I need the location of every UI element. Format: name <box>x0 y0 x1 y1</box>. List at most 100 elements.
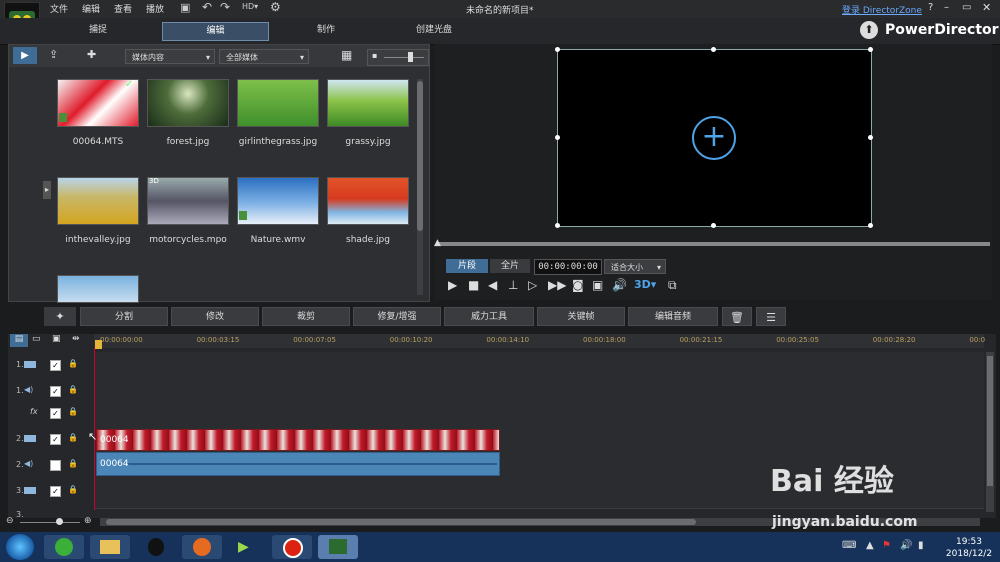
3d-mode-icon[interactable]: 3D▾ <box>634 278 656 291</box>
resize-handle[interactable] <box>868 47 873 52</box>
taskbar-app-powerdirector[interactable] <box>318 535 358 559</box>
lock-icon[interactable]: 🔒 <box>68 359 78 368</box>
lock-icon[interactable]: 🔒 <box>68 407 78 416</box>
fit-timeline-icon[interactable]: ⇹ <box>72 334 80 344</box>
menu-view[interactable]: 查看 <box>114 2 132 15</box>
modify-button[interactable]: 修改 <box>171 307 259 326</box>
maximize-button[interactable]: ▭ <box>962 2 971 13</box>
grid-view-icon[interactable]: ▦ <box>341 48 352 62</box>
redo-icon[interactable]: ↷ <box>220 0 230 14</box>
play-icon[interactable]: ▶ <box>448 278 457 292</box>
trim-button[interactable]: 裁剪 <box>262 307 350 326</box>
minimize-button[interactable]: – <box>944 2 949 13</box>
library-scrollbar[interactable] <box>417 79 423 295</box>
tab-capture[interactable]: 捕捉 <box>62 22 134 39</box>
audio-clip[interactable]: 00064 <box>96 452 500 476</box>
zoom-out-icon[interactable]: ⊖ <box>6 516 14 526</box>
resize-handle[interactable] <box>868 135 873 140</box>
timeline-view-icon[interactable]: ▤ <box>10 334 28 347</box>
directorzone-login-link[interactable]: 登录 DirectorZone <box>842 3 922 16</box>
playback-slider[interactable] <box>436 242 990 246</box>
taskbar-app-360[interactable] <box>44 535 84 559</box>
tray-clock[interactable]: 19:53 2018/12/2 <box>942 536 996 560</box>
resize-handle[interactable] <box>555 47 560 52</box>
undock-preview-icon[interactable]: ⧉ <box>668 278 677 293</box>
fast-forward-icon[interactable]: ▶▶ <box>548 278 566 292</box>
lock-icon[interactable]: 🔒 <box>68 385 78 394</box>
media-room-icon[interactable]: ▶ <box>13 47 37 64</box>
media-content-dropdown[interactable]: 媒体内容 ▾ <box>125 49 215 64</box>
tray-volume-icon[interactable]: 🔊 <box>900 540 912 551</box>
edit-audio-button[interactable]: 编辑音频 <box>628 307 718 326</box>
scroll-thumb[interactable] <box>106 519 696 525</box>
volume-icon[interactable]: 🔊 <box>612 278 627 292</box>
tray-expand-icon[interactable]: ▲ <box>866 540 874 551</box>
taskbar-app-explorer[interactable] <box>90 535 130 559</box>
taskbar-app-media[interactable]: ▶ <box>228 535 268 559</box>
track-manager-icon[interactable]: ▣ <box>52 334 61 344</box>
previous-frame-icon[interactable]: ◀ <box>488 278 497 292</box>
track-lane[interactable] <box>94 352 984 379</box>
power-tools-button[interactable]: 威力工具 <box>444 307 534 326</box>
preview-canvas[interactable]: + <box>557 49 872 227</box>
resize-handle[interactable] <box>555 223 560 228</box>
resize-handle[interactable] <box>711 47 716 52</box>
track-enable-checkbox[interactable]: ✓ <box>50 408 61 419</box>
delete-trash-icon[interactable]: 🗑 <box>722 307 752 326</box>
taskbar-app-qq[interactable] <box>136 535 176 559</box>
menu-play[interactable]: 播放 <box>146 2 164 15</box>
stop-icon[interactable]: ■ <box>468 278 479 292</box>
tray-network-icon[interactable]: ▮ <box>918 540 924 551</box>
plugin-puzzle-icon[interactable]: ✚ <box>87 48 96 61</box>
storyboard-view-icon[interactable]: ▭ <box>32 334 41 344</box>
snapshot-camera-icon[interactable]: ◙ <box>572 278 584 292</box>
resize-handle[interactable] <box>555 135 560 140</box>
magic-tools-icon[interactable]: ✦ <box>44 307 76 326</box>
scroll-thumb[interactable] <box>417 81 423 231</box>
media-filter-dropdown[interactable]: 全部媒体 ▾ <box>219 49 309 64</box>
taskbar-app-firefox[interactable] <box>182 535 222 559</box>
lock-icon[interactable]: 🔒 <box>68 433 78 442</box>
thumbnail-size-slider[interactable]: ▪ <box>367 49 429 66</box>
tab-produce[interactable]: 制作 <box>290 22 362 39</box>
tray-keyboard-icon[interactable]: ⌨ <box>842 540 856 551</box>
track-enable-checkbox[interactable]: ✓ <box>50 486 61 497</box>
tray-flag-icon[interactable]: ⚑ <box>882 540 891 551</box>
split-marker-icon[interactable]: ⊥ <box>508 278 518 292</box>
settings-gear-icon[interactable]: ⚙ <box>270 0 281 14</box>
video-clip[interactable]: 00064 <box>96 429 500 451</box>
help-button[interactable]: ? <box>928 2 933 13</box>
track-enable-checkbox[interactable]: ✓ <box>50 434 61 445</box>
slider-handle[interactable] <box>408 52 413 62</box>
track-enable-checkbox[interactable]: ✓ <box>50 360 61 371</box>
zoom-handle[interactable] <box>56 518 63 525</box>
track-enable-checkbox[interactable]: ✓ <box>50 386 61 397</box>
zoom-in-icon[interactable]: ⊕ <box>84 516 92 526</box>
split-button[interactable]: 分割 <box>80 307 168 326</box>
track-lane[interactable] <box>94 404 984 427</box>
taskbar-app-recorder[interactable] <box>272 535 312 559</box>
timecode-display[interactable]: 00:00:00:00 <box>534 259 602 275</box>
fix-enhance-button[interactable]: 修复/增强 <box>353 307 441 326</box>
next-frame-icon[interactable]: ▷ <box>528 278 537 292</box>
tab-movie-mode[interactable]: 全片 <box>490 259 530 273</box>
playhead-icon[interactable] <box>95 340 102 349</box>
import-media-icon[interactable]: ⇪ <box>49 48 58 61</box>
media-item-partial[interactable] <box>57 275 139 303</box>
fit-size-dropdown[interactable]: 适合大小 ▾ <box>604 259 666 274</box>
close-button[interactable]: ✕ <box>982 1 991 14</box>
lock-icon[interactable]: 🔒 <box>68 485 78 494</box>
track-lane[interactable] <box>94 378 984 405</box>
keyframe-button[interactable]: 关键帧 <box>537 307 625 326</box>
tab-create-disc[interactable]: 创建光盘 <box>398 22 470 39</box>
lock-icon[interactable]: 🔒 <box>68 459 78 468</box>
upload-arrow-icon[interactable]: ⬆ <box>860 21 878 39</box>
start-button[interactable] <box>6 534 34 560</box>
track-enable-checkbox[interactable] <box>50 460 61 471</box>
collapse-arrow-icon[interactable]: ▸ <box>43 181 51 199</box>
save-icon[interactable]: ▣ <box>180 1 190 14</box>
resolution-icon[interactable]: HD▾ <box>242 2 258 11</box>
playhead-marker-icon[interactable]: ▲ <box>434 238 441 248</box>
more-options-icon[interactable]: ☰ <box>756 307 786 326</box>
resize-handle[interactable] <box>868 223 873 228</box>
